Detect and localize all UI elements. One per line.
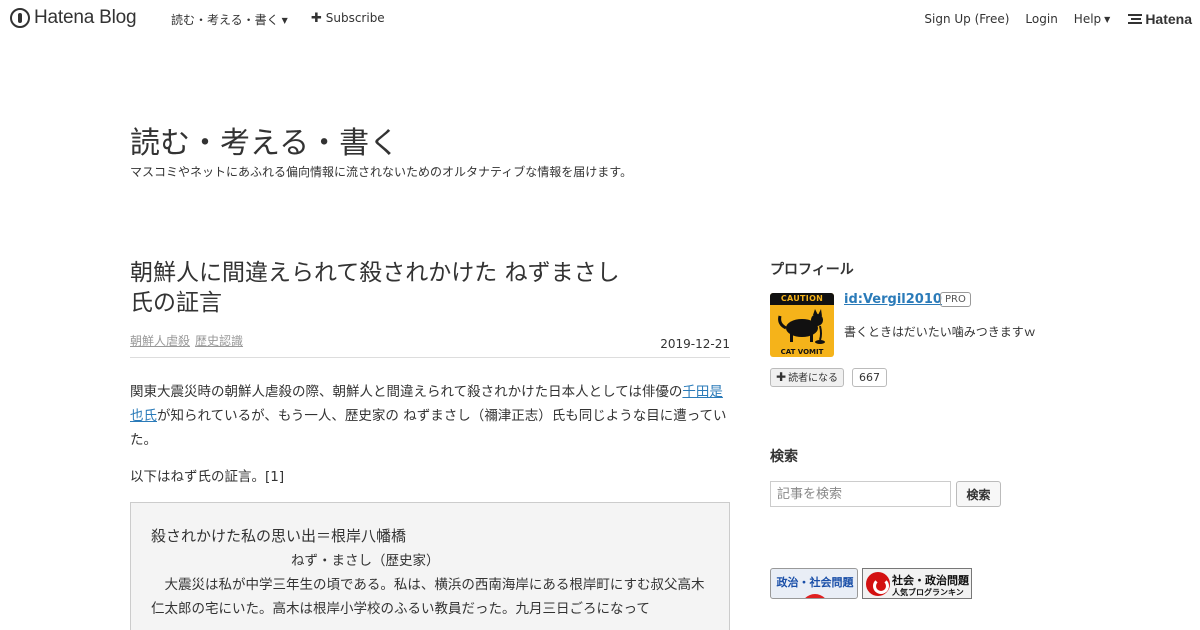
- entry-title[interactable]: 朝鮮人に間違えられて殺されかけた ねずまさし 氏の証言: [130, 258, 640, 318]
- subscribe-button-label: 読者になる: [788, 373, 839, 384]
- caret-down-icon: ▼: [1104, 15, 1111, 24]
- entry-date[interactable]: 2019-12-21: [660, 337, 730, 351]
- hatena-logo-text: Hatena: [1145, 11, 1192, 27]
- search-button[interactable]: 検索: [956, 481, 1001, 507]
- blog-ranking-banner[interactable]: 社会・政治問題 人気ブログランキング: [862, 568, 972, 599]
- header-right-menu: Sign Up (Free) Login Help ▼ Hatena: [908, 11, 1192, 27]
- quote-author: ねず・まさし（歴史家）: [291, 553, 440, 569]
- hatena-blog-logo[interactable]: Hatena Blog: [10, 7, 137, 29]
- quote-title: 殺されかけた私の思い出＝根岸八幡橋: [151, 527, 407, 545]
- subscriber-count[interactable]: 667: [852, 368, 887, 387]
- subscribe-button[interactable]: ✚ 読者になる: [770, 368, 845, 387]
- entry-meta: 朝鮮人虐殺 歴史認識 2019-12-21: [130, 328, 730, 358]
- profile-avatar[interactable]: CAUTION CAT VOMIT: [770, 293, 834, 357]
- search-title: 検索: [770, 449, 798, 465]
- plus-icon: ✚: [776, 370, 787, 384]
- ranking-banner-subtitle: 人気ブログランキング: [892, 588, 964, 597]
- profile-id-link[interactable]: id:Vergil2010: [844, 292, 942, 307]
- blog-menu-dropdown[interactable]: 読む・考える・書く ▼: [171, 11, 288, 28]
- hatena-logo[interactable]: Hatena: [1128, 11, 1192, 27]
- politics-banner-text: 政治・社会問題: [776, 576, 854, 589]
- help-menu[interactable]: Help ▼: [1074, 12, 1111, 26]
- paragraph-text: が知られているが、もう一人、歴史家の ねずまさし（禰津正志）氏も同じような目に遭…: [130, 408, 727, 448]
- category-link[interactable]: 朝鮮人虐殺: [130, 334, 190, 348]
- paragraph: 以下はねず氏の証言。[1]: [130, 469, 285, 485]
- blog-title[interactable]: 読む・考える・書く: [130, 118, 399, 162]
- subscribe-link[interactable]: ✚ Subscribe: [311, 11, 385, 26]
- avatar-caution-text: CAUTION: [770, 293, 834, 305]
- paragraph-text: 関東大震災時の朝鮮人虐殺の際、朝鮮人と間違えられて殺されかけた日本人としては俳優…: [130, 384, 683, 400]
- signup-link[interactable]: Sign Up (Free): [924, 12, 1009, 26]
- subscribe-label: Subscribe: [325, 11, 385, 25]
- entry-categories: 朝鮮人虐殺 歴史認識: [130, 332, 248, 349]
- avatar-bottom-text: CAT VOMIT: [780, 348, 824, 356]
- profile-description: 書くときはだいたい噛みつきますｗ: [844, 325, 1036, 339]
- ranking-logo-icon: [866, 572, 890, 596]
- pro-badge: PRO: [940, 292, 971, 307]
- hatena-blog-logo-icon: [10, 8, 30, 28]
- quote-block: 殺されかけた私の思い出＝根岸八幡橋 ねず・まさし（歴史家） 大震災は私が中学三年…: [130, 502, 730, 630]
- banner-red-circle: [801, 594, 829, 598]
- quote-body: 大震災は私が中学三年生の頃である。私は、横浜の西南海岸にある根岸町にすむ叔父高木…: [151, 577, 705, 617]
- help-label: Help: [1073, 12, 1102, 26]
- paragraph: 関東大震災時の朝鮮人虐殺の際、朝鮮人と間違えられて殺されかけた日本人としては俳優…: [130, 380, 730, 452]
- category-link[interactable]: 歴史認識: [195, 334, 243, 348]
- cat-icon: [778, 309, 825, 344]
- login-link[interactable]: Login: [1025, 12, 1057, 26]
- logo-text: Hatena Blog: [34, 7, 137, 28]
- caret-down-icon: ▼: [281, 16, 288, 25]
- entry-article: 朝鮮人に間違えられて殺されかけた ねずまさし 氏の証言 朝鮮人虐殺 歴史認識 20…: [130, 258, 730, 630]
- politics-banner[interactable]: 政治・社会問題: [770, 568, 858, 599]
- blog-menu-label: 読む・考える・書く: [171, 13, 279, 27]
- hatena-menu-icon: [1128, 12, 1143, 26]
- ranking-banner-title: 社会・政治問題: [892, 574, 969, 587]
- entry-body: 関東大震災時の朝鮮人虐殺の際、朝鮮人と間違えられて殺されかけた日本人としては俳優…: [130, 380, 730, 630]
- plus-icon: ✚: [311, 11, 322, 26]
- blog-description: マスコミやネットにあふれる偏向情報に流されないためのオルタナティブな情報を届けま…: [130, 165, 633, 179]
- profile-title: プロフィール: [770, 262, 854, 278]
- search-input[interactable]: [770, 481, 951, 507]
- global-header: Hatena Blog 読む・考える・書く ▼ ✚ Subscribe Sign …: [0, 0, 1200, 36]
